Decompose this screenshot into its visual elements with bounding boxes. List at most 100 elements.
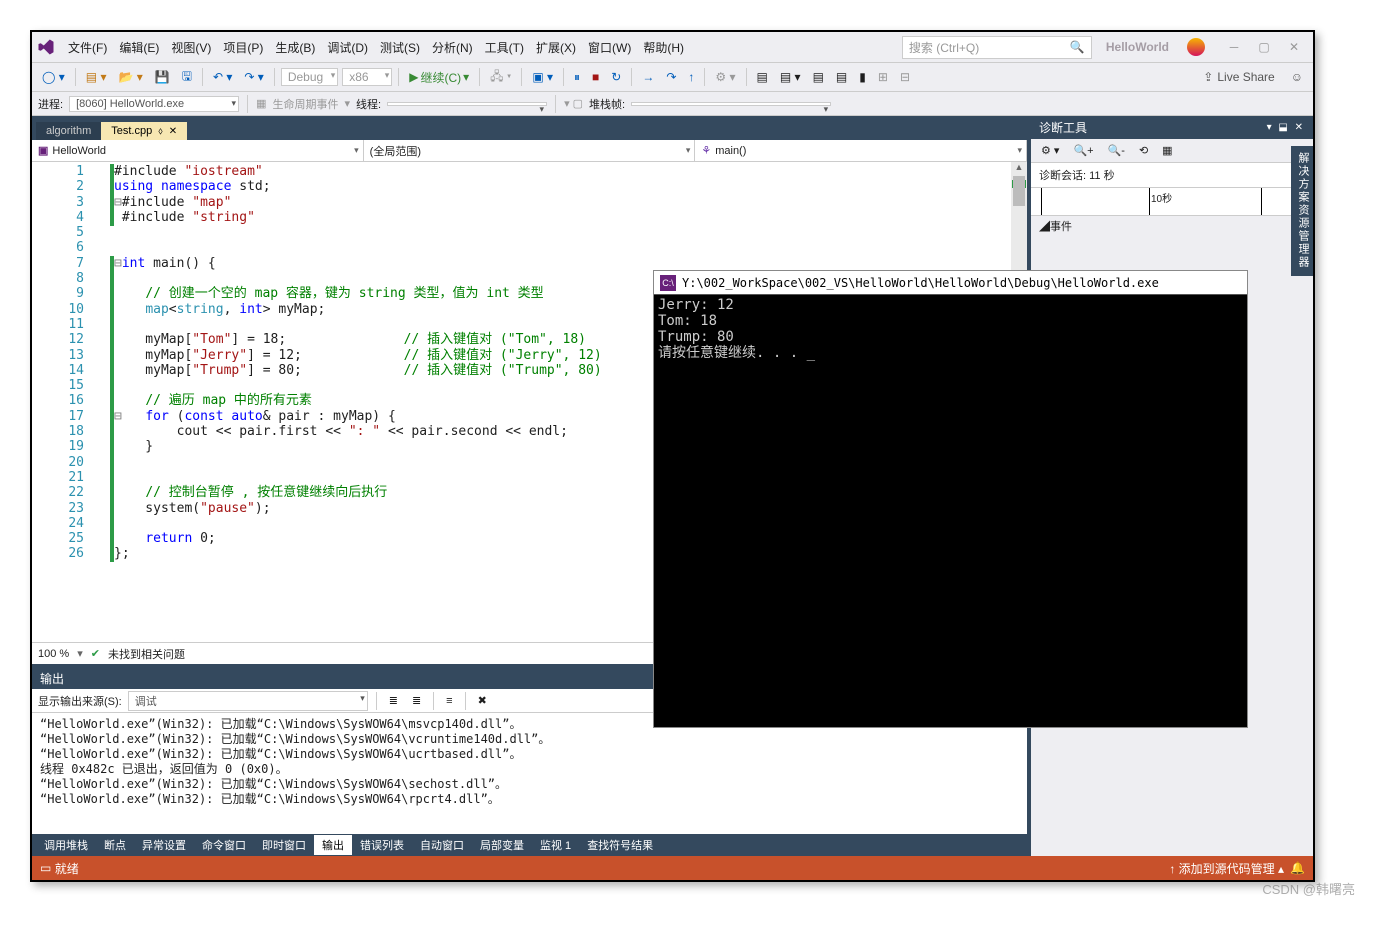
open-button[interactable]: 📂 ▾ xyxy=(115,68,147,86)
restart-button[interactable]: ↻ xyxy=(607,68,625,86)
menu-文件(F)[interactable]: 文件(F) xyxy=(62,37,113,59)
output-tool-1[interactable]: ≣ xyxy=(385,692,402,709)
undo-button[interactable]: ↶ ▾ xyxy=(209,68,236,86)
diag-settings-button[interactable]: ⚙ ▾ xyxy=(1037,142,1063,159)
diagnostic-timeline[interactable]: 10秒 xyxy=(1031,188,1313,216)
search-placeholder: 搜索 (Ctrl+Q) xyxy=(909,39,979,56)
tool-button-9[interactable]: ⊟ xyxy=(896,68,914,86)
bottom-tab-8[interactable]: 局部变量 xyxy=(472,835,532,855)
bottom-tab-6[interactable]: 错误列表 xyxy=(352,835,412,855)
zoom-level[interactable]: 100 % xyxy=(38,648,69,660)
scroll-up-icon[interactable]: ▲ xyxy=(1011,162,1027,176)
menu-帮助(H)[interactable]: 帮助(H) xyxy=(637,37,690,59)
bottom-tab-5[interactable]: 输出 xyxy=(314,835,352,855)
panel-controls-icon[interactable]: ▾ ⬓ ✕ xyxy=(1267,122,1305,133)
console-window[interactable]: C:\ Y:\002_WorkSpace\002_VS\HelloWorld\H… xyxy=(653,270,1248,728)
tool-button-4[interactable]: ▤ ▾ xyxy=(776,68,805,86)
step-out-button[interactable]: ↑ xyxy=(684,68,698,86)
diag-zoomin-button[interactable]: 🔍+ xyxy=(1069,142,1097,159)
nav-member-combo[interactable]: ⚘main() xyxy=(695,140,1027,161)
bottom-tab-2[interactable]: 异常设置 xyxy=(134,835,194,855)
bottom-tab-9[interactable]: 监视 1 xyxy=(532,835,579,855)
menu-测试(S)[interactable]: 测试(S) xyxy=(374,37,426,59)
output-tool-2[interactable]: ≣ xyxy=(408,692,425,709)
source-control-button[interactable]: ↑ 添加到源代码管理 ▴ xyxy=(1169,860,1284,877)
solution-explorer-tab[interactable]: 解决方案资源管理器 xyxy=(1291,146,1313,276)
output-text[interactable]: “HelloWorld.exe”(Win32): 已加载“C:\Windows\… xyxy=(32,713,1027,834)
tool-button-8[interactable]: ⊞ xyxy=(874,68,892,86)
stackframe-label: 堆栈帧: xyxy=(589,96,625,112)
output-tool-3[interactable]: ≡ xyxy=(442,693,456,709)
bottom-tab-3[interactable]: 命令窗口 xyxy=(194,835,254,855)
save-all-button[interactable]: 🖫 xyxy=(178,65,196,90)
tool-button-6[interactable]: ▤ xyxy=(832,68,851,86)
user-avatar[interactable] xyxy=(1187,38,1205,56)
diagnostic-header[interactable]: 诊断工具 ▾ ⬓ ✕ xyxy=(1031,116,1313,139)
bottom-tab-4[interactable]: 即时窗口 xyxy=(254,835,314,855)
tool-button-1[interactable]: ▣ ▾ xyxy=(528,68,557,86)
nav-scope-combo[interactable]: (全局范围) xyxy=(364,140,696,161)
minimize-button[interactable]: ─ xyxy=(1219,35,1249,59)
search-input[interactable]: 搜索 (Ctrl+Q) 🔍 xyxy=(902,36,1092,59)
browser-link-button[interactable]: 🖧 ▾ xyxy=(486,65,515,90)
menu-分析(N)[interactable]: 分析(N) xyxy=(426,37,479,59)
stop-button[interactable]: ■ xyxy=(588,68,603,86)
output-source-label: 显示输出来源(S): xyxy=(38,693,122,709)
diag-reset-button[interactable]: ⟲ xyxy=(1135,142,1152,159)
bottom-tab-1[interactable]: 断点 xyxy=(96,835,134,855)
nav-project-combo[interactable]: ▣HelloWorld xyxy=(32,140,364,161)
pin-icon[interactable]: ⬨ xyxy=(158,126,163,137)
menu-工具(T)[interactable]: 工具(T) xyxy=(479,37,530,59)
solution-name: HelloWorld xyxy=(1098,40,1177,54)
process-combo[interactable]: [8060] HelloWorld.exe xyxy=(69,96,239,112)
feedback-button[interactable]: ☺ xyxy=(1287,68,1307,86)
live-share-button[interactable]: ⇪ Live Share xyxy=(1203,70,1274,84)
menu-视图(V)[interactable]: 视图(V) xyxy=(165,37,217,59)
bottom-tab-10[interactable]: 查找符号结果 xyxy=(579,835,661,855)
menu-调试(D)[interactable]: 调试(D) xyxy=(321,37,374,59)
menu-项目(P)[interactable]: 项目(P) xyxy=(217,37,269,59)
save-button[interactable]: 💾 xyxy=(151,68,174,86)
close-button[interactable]: ✕ xyxy=(1279,35,1309,59)
tab-algorithm[interactable]: algorithm xyxy=(36,122,101,140)
close-tab-icon[interactable]: ✕ xyxy=(169,126,177,137)
status-text: 就绪 xyxy=(55,860,79,877)
process-label: 进程: xyxy=(38,96,63,112)
menu-生成(B)[interactable]: 生成(B) xyxy=(269,37,321,59)
tool-button-2[interactable]: ⚙ ▾ xyxy=(711,68,739,86)
menu-扩展(X)[interactable]: 扩展(X) xyxy=(530,37,582,59)
output-clear-button[interactable]: ✖ xyxy=(474,692,491,709)
diagnostic-events[interactable]: ◢事件 xyxy=(1031,216,1313,236)
nav-back-button[interactable]: ◯ ▾ xyxy=(38,68,69,86)
redo-button[interactable]: ↷ ▾ xyxy=(240,68,267,86)
diag-view-button[interactable]: ▦ xyxy=(1158,142,1176,159)
stackframe-combo[interactable] xyxy=(631,102,831,106)
tab-test-cpp[interactable]: Test.cpp⬨✕ xyxy=(101,122,187,140)
menu-编辑(E)[interactable]: 编辑(E) xyxy=(113,37,165,59)
output-source-combo[interactable]: 调试 xyxy=(128,691,368,711)
console-output: Jerry: 12 Tom: 18 Trump: 80 请按任意键继续. . .… xyxy=(654,295,1247,727)
thread-combo[interactable] xyxy=(387,102,547,106)
bottom-tab-7[interactable]: 自动窗口 xyxy=(412,835,472,855)
config-combo[interactable]: Debug xyxy=(281,68,338,86)
maximize-button[interactable]: ▢ xyxy=(1249,35,1279,59)
tool-button-3[interactable]: ▤ xyxy=(753,68,772,86)
diag-zoomout-button[interactable]: 🔍- xyxy=(1104,142,1129,159)
scroll-thumb[interactable] xyxy=(1013,176,1025,206)
step-over-button[interactable]: ↷ xyxy=(662,68,680,86)
tool-button-5[interactable]: ▤ xyxy=(809,68,828,86)
no-issues-icon: ✔ xyxy=(91,647,100,660)
new-item-button[interactable]: ▤ ▾ xyxy=(82,68,111,86)
bottom-tab-0[interactable]: 调用堆栈 xyxy=(36,835,96,855)
continue-button[interactable]: ▶ 继续(C) ▾ xyxy=(405,67,473,88)
notifications-icon[interactable]: 🔔 xyxy=(1290,861,1305,875)
thread-label: 线程: xyxy=(356,96,381,112)
console-titlebar[interactable]: C:\ Y:\002_WorkSpace\002_VS\HelloWorld\H… xyxy=(654,271,1247,295)
step-into-button[interactable]: → xyxy=(638,68,658,86)
tool-button-7[interactable]: ▮ xyxy=(855,68,870,86)
platform-combo[interactable]: x86 xyxy=(342,68,392,86)
pause-button[interactable]: ⏸ xyxy=(570,68,584,87)
menu-窗口(W)[interactable]: 窗口(W) xyxy=(582,37,637,59)
document-tabs: algorithm Test.cpp⬨✕ xyxy=(32,116,1027,140)
navigation-bar: ▣HelloWorld (全局范围) ⚘main() xyxy=(32,140,1027,162)
